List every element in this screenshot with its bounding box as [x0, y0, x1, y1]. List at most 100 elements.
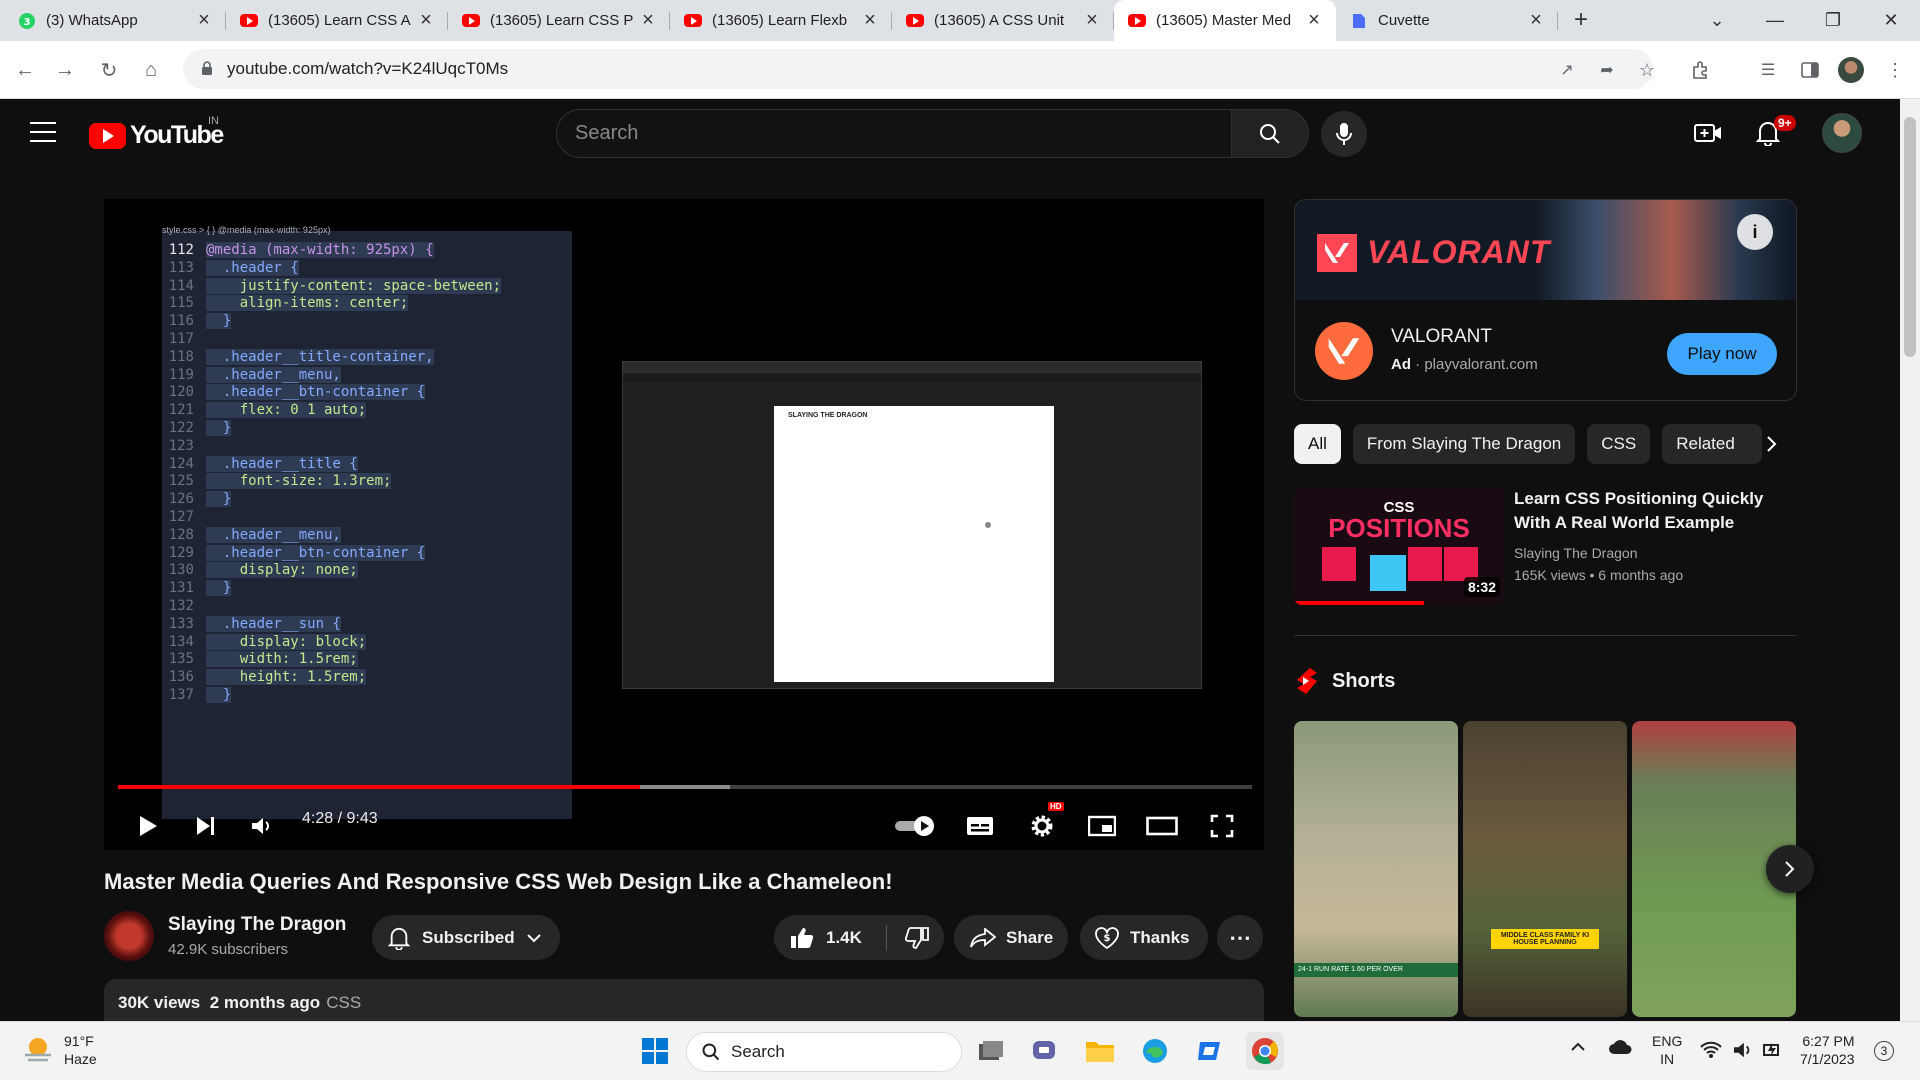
shorts-next-button[interactable] — [1766, 845, 1814, 893]
browser-tab[interactable]: 3 (3) WhatsApp × — [4, 0, 226, 41]
close-tab-icon[interactable]: × — [194, 9, 214, 32]
channel-name[interactable]: Slaying The Dragon — [168, 914, 346, 936]
back-button[interactable]: ← — [12, 57, 38, 83]
start-button[interactable] — [636, 1032, 674, 1070]
weather-widget[interactable]: 91°F Haze — [22, 1032, 97, 1068]
scrollbar-thumb[interactable] — [1904, 117, 1916, 357]
file-explorer-icon[interactable] — [1081, 1032, 1119, 1070]
tab-search-icon[interactable]: ⌄ — [1688, 0, 1746, 41]
channel-avatar[interactable] — [104, 911, 154, 961]
maximize-button[interactable]: ❐ — [1804, 0, 1862, 41]
youtube-icon — [1128, 12, 1146, 30]
code-text: } — [206, 313, 232, 330]
recommended-thumbnail[interactable]: CSS POSITIONS 8:32 — [1294, 487, 1504, 605]
video-tag[interactable]: CSS — [326, 993, 361, 1012]
battery-icon[interactable] — [1762, 1041, 1782, 1059]
close-tab-icon[interactable]: × — [1526, 9, 1546, 32]
forward-button[interactable]: → — [52, 57, 78, 83]
theater-mode-button[interactable] — [1140, 806, 1184, 846]
search-input[interactable]: Search — [556, 109, 1232, 158]
show-hidden-icons-chevron-icon[interactable] — [1570, 1040, 1586, 1052]
browser-tab[interactable]: (13605) Learn CSS A × — [226, 0, 448, 41]
close-window-button[interactable]: ✕ — [1862, 0, 1920, 41]
speaker-icon[interactable] — [1732, 1041, 1754, 1059]
share-button[interactable]: Share — [954, 915, 1068, 960]
taskbar-search[interactable]: Search — [686, 1032, 962, 1072]
wifi-icon[interactable] — [1700, 1041, 1722, 1059]
video-player[interactable]: style.css > { } @media (max-width: 925px… — [104, 199, 1264, 850]
short-video-2[interactable]: MIDDLE CLASS FAMILY KI HOUSE PLANNING — [1463, 721, 1627, 1017]
browser-tab[interactable]: (13605) A CSS Unit × — [892, 0, 1114, 41]
language-indicator[interactable]: ENG IN — [1652, 1032, 1682, 1068]
youtube-logo[interactable]: YouTube IN — [89, 115, 224, 150]
ad-banner[interactable]: VALORANT i — [1295, 200, 1796, 300]
miniplayer-button[interactable] — [1080, 806, 1124, 846]
edge-browser-icon[interactable] — [1136, 1032, 1174, 1070]
page-scrollbar[interactable] — [1900, 99, 1920, 1021]
reload-button[interactable]: ↻ — [96, 57, 122, 83]
chips-next-button[interactable] — [1752, 424, 1792, 464]
chrome-menu-icon[interactable]: ⋮ — [1882, 57, 1908, 83]
voice-search-button[interactable] — [1321, 111, 1367, 157]
app-icon[interactable] — [1191, 1032, 1229, 1070]
close-tab-icon[interactable]: × — [1304, 9, 1324, 32]
next-button[interactable] — [186, 806, 226, 846]
close-tab-icon[interactable]: × — [638, 9, 658, 32]
subtitles-button[interactable] — [958, 806, 1002, 846]
browser-tab[interactable]: (13605) Master Med × — [1114, 0, 1336, 41]
code-text: .header__sun { — [206, 615, 341, 632]
short-video-1[interactable]: 24-1 RUN RATE 1.60 PER OVER — [1294, 721, 1458, 1017]
user-avatar[interactable] — [1822, 113, 1862, 153]
extensions-icon[interactable] — [1688, 57, 1714, 83]
gear-icon — [1031, 815, 1053, 837]
lang-primary: ENG — [1652, 1033, 1683, 1049]
bookmark-star-icon[interactable]: ☆ — [1634, 57, 1660, 83]
like-button[interactable]: 1.4K — [790, 927, 862, 949]
filter-chip[interactable]: All — [1294, 424, 1341, 464]
mute-button[interactable] — [244, 806, 280, 846]
close-tab-icon[interactable]: × — [860, 9, 880, 32]
ad-info-icon[interactable]: i — [1737, 214, 1773, 250]
filter-chip[interactable]: Related — [1662, 424, 1763, 464]
fullscreen-button[interactable] — [1200, 806, 1244, 846]
open-in-app-icon[interactable]: ↗ — [1554, 57, 1580, 83]
search-button[interactable] — [1231, 109, 1309, 158]
advertiser-name[interactable]: VALORANT — [1391, 326, 1492, 348]
clock[interactable]: 6:27 PM 7/1/2023 — [1800, 1032, 1855, 1068]
dislike-button[interactable] — [904, 926, 929, 949]
address-bar[interactable]: youtube.com/watch?v=K24lUqcT0Ms — [183, 49, 1653, 89]
close-tab-icon[interactable]: × — [416, 9, 436, 32]
autoplay-toggle[interactable] — [892, 806, 940, 846]
onedrive-cloud-icon[interactable] — [1608, 1038, 1634, 1056]
home-button[interactable]: ⌂ — [138, 57, 164, 83]
minimize-button[interactable]: — — [1746, 0, 1804, 41]
play-button[interactable] — [128, 806, 168, 846]
play-now-button[interactable]: Play now — [1667, 333, 1777, 375]
browser-tab[interactable]: (13605) Learn Flexb × — [670, 0, 892, 41]
progress-bar[interactable] — [118, 785, 1252, 789]
task-view-icon[interactable] — [972, 1032, 1010, 1070]
profile-avatar-icon[interactable] — [1838, 57, 1864, 83]
notification-center-badge[interactable]: 3 — [1874, 1041, 1894, 1061]
thanks-button[interactable]: $ Thanks — [1080, 915, 1208, 960]
settings-button[interactable] — [1020, 806, 1064, 846]
menu-icon[interactable] — [30, 122, 56, 142]
subscribe-button[interactable]: Subscribed — [372, 915, 560, 960]
create-video-button[interactable] — [1692, 117, 1724, 149]
browser-tab[interactable]: Cuvette × — [1336, 0, 1558, 41]
share-page-icon[interactable]: ➦ — [1594, 57, 1620, 83]
browser-tab[interactable]: (13605) Learn CSS P × — [448, 0, 670, 41]
media-control-icon[interactable]: ☰ — [1755, 57, 1781, 83]
recommended-channel[interactable]: Slaying The Dragon — [1514, 545, 1637, 561]
close-tab-icon[interactable]: × — [1082, 9, 1102, 32]
filter-chip[interactable]: From Slaying The Dragon — [1352, 424, 1576, 464]
description-box[interactable]: 30K views 2 months ago CSS — [104, 979, 1264, 1021]
sidebar-ad[interactable]: VALORANT i VALORANT Ad · playvalorant.co… — [1294, 199, 1797, 401]
teams-chat-icon[interactable] — [1026, 1032, 1064, 1070]
side-panel-icon[interactable] — [1797, 57, 1823, 83]
more-actions-button[interactable]: ⋯ — [1217, 915, 1263, 960]
recommended-title[interactable]: Learn CSS Positioning Quickly With A Rea… — [1514, 487, 1774, 535]
chrome-taskbar-icon[interactable] — [1246, 1032, 1284, 1070]
filter-chip[interactable]: CSS — [1587, 424, 1651, 464]
new-tab-button[interactable]: + — [1564, 3, 1598, 37]
